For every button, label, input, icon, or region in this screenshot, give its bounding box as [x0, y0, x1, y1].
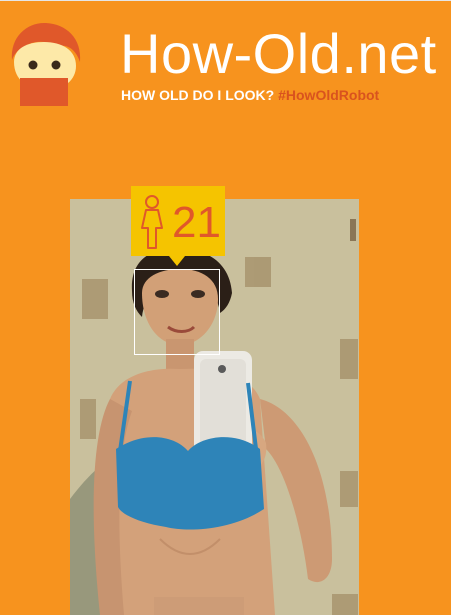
- site-title[interactable]: How-Old.net: [120, 22, 437, 86]
- female-icon: [141, 195, 163, 249]
- how-old-robot-logo-icon[interactable]: [6, 20, 82, 106]
- hashtag-link[interactable]: #HowOldRobot: [278, 87, 379, 103]
- uploaded-photo: [70, 199, 359, 615]
- top-divider: [0, 0, 451, 1]
- tagline-text: HOW OLD DO I LOOK?: [121, 87, 275, 103]
- age-badge-pointer: [169, 256, 185, 266]
- page: How-Old.net HOW OLD DO I LOOK? #HowOldRo…: [0, 0, 451, 615]
- tagline: HOW OLD DO I LOOK? #HowOldRobot: [121, 86, 379, 104]
- face-detection-box: [134, 269, 220, 355]
- estimated-age: 21: [172, 198, 221, 247]
